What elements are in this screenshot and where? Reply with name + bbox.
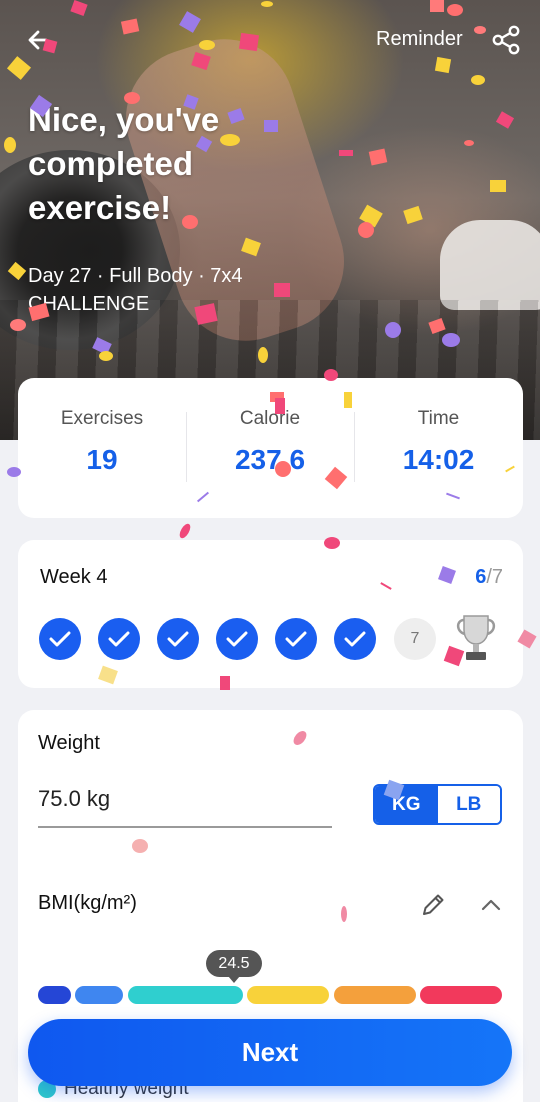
completion-title: Nice, you've completed exercise! — [28, 101, 220, 226]
unit-toggle: KG LB — [373, 784, 502, 825]
stat-exercises-value: 19 — [86, 444, 118, 475]
workout-subtitle-line1: Day 27 · Full Body · 7x4 — [28, 265, 243, 287]
weight-input[interactable]: 75.0 kg — [38, 786, 110, 812]
weight-label: Weight — [38, 732, 100, 754]
trophy-icon — [454, 612, 498, 664]
stat-exercises-label: Exercises — [60, 408, 144, 429]
day-6-check-icon — [334, 618, 376, 660]
pencil-icon[interactable] — [418, 890, 448, 920]
bmi-segment-low — [75, 986, 123, 1004]
week-total: /7 — [486, 566, 503, 588]
day-1-check-icon — [39, 618, 81, 660]
day-2-check-icon — [98, 618, 140, 660]
day-4-check-icon — [216, 618, 258, 660]
stat-calorie-label: Calorie — [239, 408, 301, 429]
chevron-up-icon[interactable] — [478, 892, 504, 918]
week-label: Week 4 — [40, 566, 108, 588]
week-count: 6/7 — [475, 566, 503, 589]
share-icon[interactable] — [490, 24, 522, 56]
workout-subtitle-line2: CHALLENGE — [28, 293, 150, 315]
bmi-value-badge: 24.5 — [206, 950, 262, 983]
bmi-segment-very-low — [38, 986, 71, 1004]
week-completed: 6 — [475, 566, 487, 588]
stat-calorie: Calorie 237.6 — [186, 378, 354, 518]
bmi-segment-healthy — [128, 986, 243, 1004]
stat-exercises: Exercises 19 — [18, 378, 186, 518]
stat-calorie-value: 237.6 — [234, 444, 306, 475]
weight-input-underline — [38, 826, 332, 828]
bmi-segment-overweight — [247, 986, 329, 1004]
sneaker-graphic — [440, 220, 540, 310]
bmi-segment-severe — [420, 986, 502, 1004]
stat-time: Time 14:02 — [354, 378, 523, 518]
bmi-segment-obese — [334, 986, 416, 1004]
stat-time-label: Time — [417, 408, 460, 429]
workout-subtitle: Day 27 · Full Body · 7x4 CHALLENGE — [28, 262, 243, 318]
week-progress-card: Week 4 6/7 7 — [18, 540, 523, 688]
top-bar: Reminder — [0, 0, 540, 80]
unit-lb-button[interactable]: LB — [437, 786, 500, 823]
unit-kg-button[interactable]: KG — [375, 786, 438, 823]
bmi-label: BMI(kg/m²) — [38, 892, 137, 914]
next-button[interactable]: Next — [28, 1019, 512, 1086]
day-5-check-icon — [275, 618, 317, 660]
stat-time-value: 14:02 — [402, 444, 475, 475]
day-3-check-icon — [157, 618, 199, 660]
back-icon[interactable] — [26, 26, 54, 54]
day-7-pending: 7 — [394, 618, 436, 660]
reminder-button[interactable]: Reminder — [376, 28, 463, 51]
stats-card: Exercises 19 Calorie 237.6 Time 14:02 — [18, 378, 523, 518]
